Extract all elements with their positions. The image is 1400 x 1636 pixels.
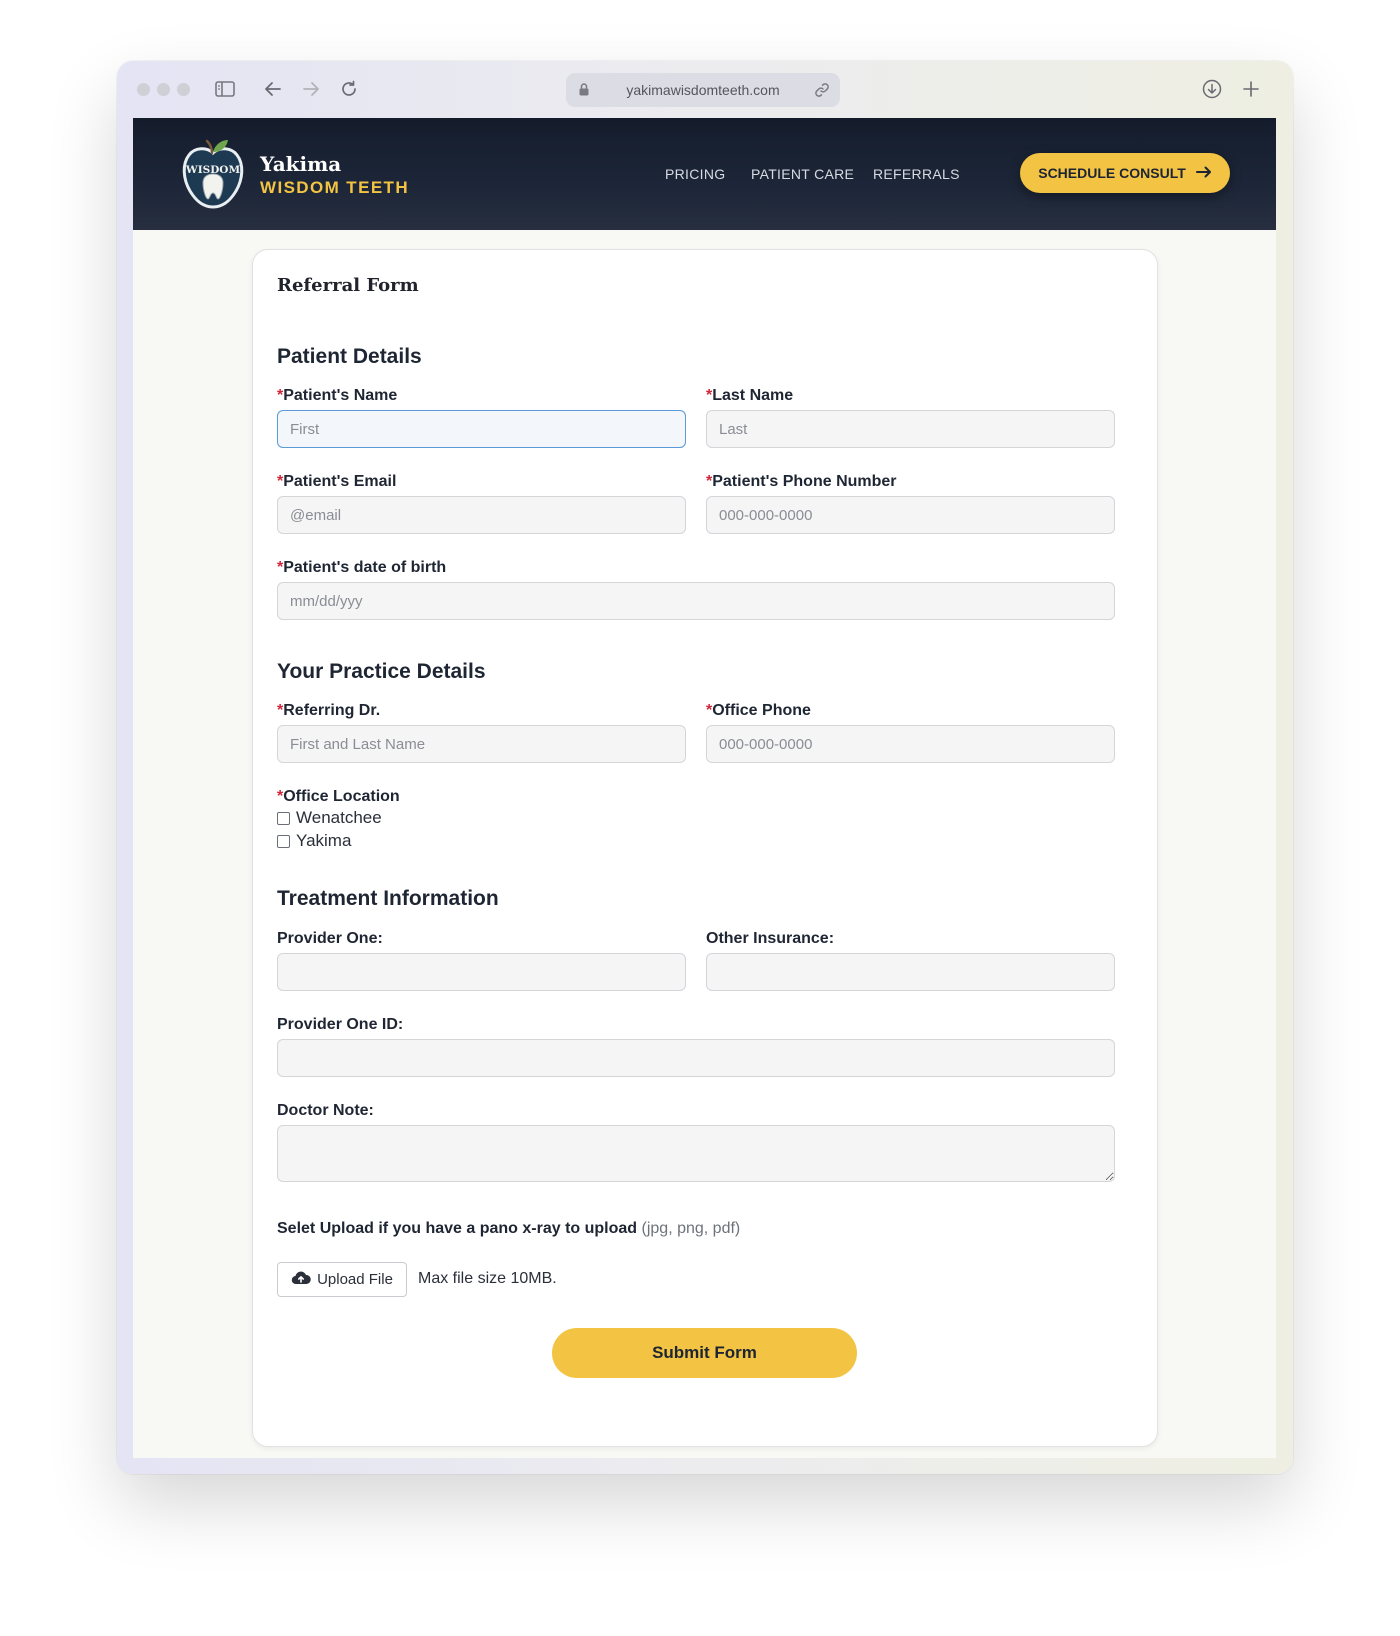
wenatchee-checkbox[interactable] (277, 811, 290, 825)
nav-patient-care[interactable]: PATIENT CARE (751, 166, 854, 182)
office-location-option-wenatchee[interactable]: Wenatchee (277, 808, 382, 828)
arrow-right-icon (1195, 165, 1212, 181)
last-name-input[interactable] (706, 410, 1115, 448)
provider-one-input[interactable] (277, 953, 686, 991)
nav-pricing[interactable]: PRICING (665, 166, 725, 182)
back-arrow-icon[interactable] (263, 79, 283, 99)
last-name-label: *Last Name (706, 387, 794, 404)
schedule-consult-button[interactable]: SCHEDULE CONSULT (1020, 153, 1230, 193)
yakima-label: Yakima (296, 831, 352, 850)
section-practice-details: Your Practice Details (277, 660, 486, 683)
email-label: *Patient's Email (277, 473, 397, 490)
doctor-note-label: Doctor Note: (277, 1102, 374, 1119)
nav-referrals[interactable]: REFERRALS (873, 166, 960, 182)
office-phone-label: *Office Phone (706, 702, 811, 719)
url-text: yakimawisdomteeth.com (626, 82, 780, 98)
upload-prompt-text: Selet Upload if you have a pano x-ray to… (277, 1220, 638, 1237)
phone-label: *Patient's Phone Number (706, 473, 897, 490)
upload-file-label: Upload File (317, 1271, 393, 1288)
browser-window: yakimawisdomteeth.com WISDOM Yakima WISD… (117, 61, 1293, 1474)
upload-file-types: (jpg, png, pdf) (641, 1220, 741, 1237)
submit-form-label: Submit Form (652, 1343, 757, 1362)
dob-input[interactable] (277, 582, 1115, 620)
referral-form-card: Referral Form Patient Details *Patient's… (252, 249, 1158, 1447)
referring-dr-input[interactable] (277, 725, 686, 763)
plus-icon[interactable] (1240, 78, 1262, 100)
max-file-size-note: Max file size 10MB. (418, 1270, 557, 1287)
email-input[interactable] (277, 496, 686, 534)
provider-one-label: Provider One: (277, 930, 383, 947)
brand-name-line1[interactable]: Yakima (260, 152, 341, 176)
sidebar-icon[interactable] (214, 79, 236, 99)
download-icon[interactable] (1201, 78, 1223, 100)
provider-one-id-input[interactable] (277, 1039, 1115, 1077)
office-location-label: *Office Location (277, 788, 400, 805)
cloud-upload-icon (291, 1270, 311, 1289)
minimize-window-dot[interactable] (157, 83, 170, 96)
section-patient-details: Patient Details (277, 345, 422, 368)
site-header: WISDOM Yakima WISDOM TEETH PRICING PATIE… (133, 118, 1276, 230)
yakima-checkbox[interactable] (277, 834, 290, 848)
first-name-input[interactable] (277, 410, 686, 448)
upload-file-button[interactable]: Upload File (277, 1262, 407, 1297)
submit-form-button[interactable]: Submit Form (552, 1328, 857, 1378)
link-icon[interactable] (814, 82, 830, 103)
page-viewport: WISDOM Yakima WISDOM TEETH PRICING PATIE… (133, 118, 1276, 1458)
dob-label: *Patient's date of birth (277, 559, 447, 576)
office-phone-input[interactable] (706, 725, 1115, 763)
logo-icon[interactable]: WISDOM (181, 137, 245, 209)
first-name-label: *Patient's Name (277, 387, 398, 404)
svg-text:WISDOM: WISDOM (185, 164, 241, 176)
zoom-window-dot[interactable] (177, 83, 190, 96)
reload-icon[interactable] (339, 78, 359, 100)
forward-arrow-icon[interactable] (301, 79, 321, 99)
form-title: Referral Form (277, 275, 419, 296)
office-location-option-yakima[interactable]: Yakima (277, 831, 351, 851)
schedule-consult-label: SCHEDULE CONSULT (1038, 165, 1186, 181)
close-window-dot[interactable] (137, 83, 150, 96)
brand-name-line2[interactable]: WISDOM TEETH (260, 178, 409, 198)
doctor-note-textarea[interactable] (277, 1125, 1115, 1182)
section-treatment-information: Treatment Information (277, 887, 499, 910)
provider-one-id-label: Provider One ID: (277, 1016, 404, 1033)
address-bar[interactable]: yakimawisdomteeth.com (566, 73, 840, 107)
wenatchee-label: Wenatchee (296, 808, 382, 827)
phone-input[interactable] (706, 496, 1115, 534)
other-insurance-input[interactable] (706, 953, 1115, 991)
browser-toolbar: yakimawisdomteeth.com (117, 61, 1293, 117)
other-insurance-label: Other Insurance: (706, 930, 835, 947)
referring-dr-label: *Referring Dr. (277, 702, 381, 719)
upload-prompt: Selet Upload if you have a pano x-ray to… (277, 1220, 740, 1238)
